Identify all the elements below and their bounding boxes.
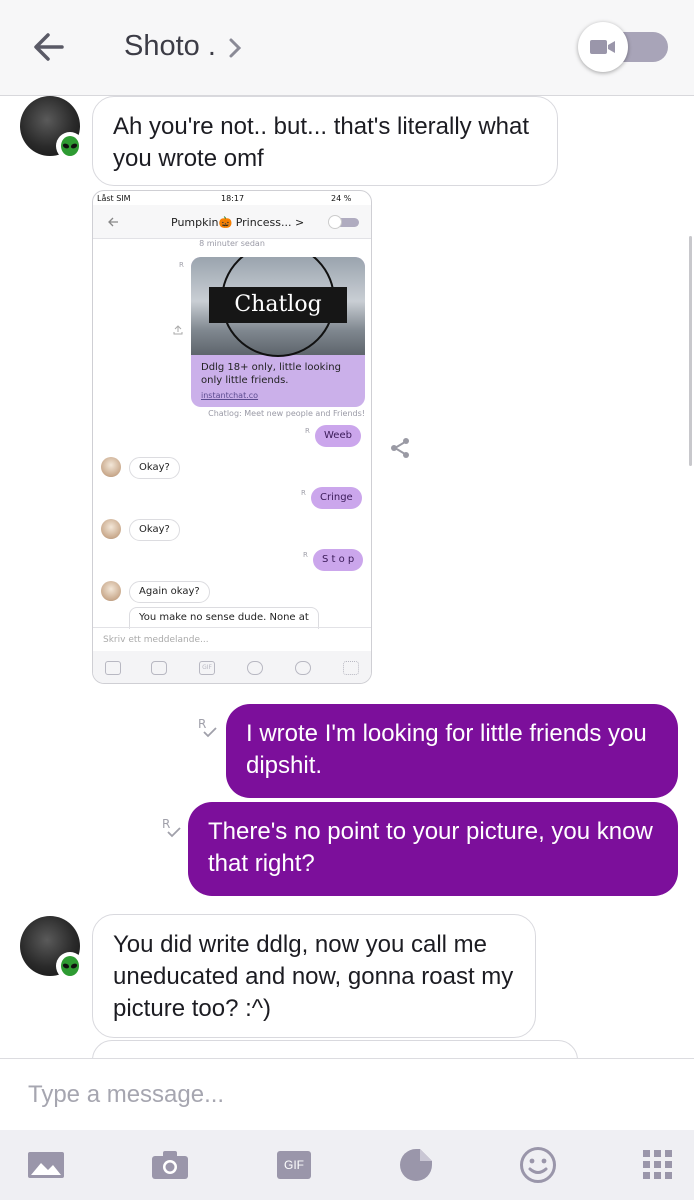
screenshot-apps-icon <box>343 661 359 675</box>
svg-text:R: R <box>198 717 206 731</box>
alien-badge-icon <box>56 132 84 160</box>
screenshot-back-icon <box>108 217 118 227</box>
screenshot-avatar <box>101 457 121 477</box>
screenshot-video-toggle-icon <box>328 215 359 229</box>
screenshot-bubble-in: Okay? <box>129 519 180 541</box>
share-icon[interactable] <box>388 436 412 460</box>
screenshot-card-caption: Ddlg 18+ only, little looking only littl… <box>201 362 341 386</box>
screenshot-link-card: Chatlog Ddlg 18+ only, little looking on… <box>191 257 365 407</box>
screenshot-input: Skriv ett meddelande... <box>93 627 371 651</box>
toggle-knob <box>578 22 628 72</box>
video-camera-icon <box>590 40 615 54</box>
screenshot-read-mark: R <box>305 427 310 435</box>
video-call-toggle[interactable] <box>578 22 670 72</box>
svg-text:R: R <box>162 817 170 831</box>
shared-screenshot-image[interactable]: Låst SIM 18:17 24 % Pumpkin🎃 Princess...… <box>92 190 372 684</box>
screenshot-bubble-out: Cringe <box>311 487 362 509</box>
sticker-icon[interactable] <box>396 1146 436 1184</box>
screenshot-read-mark: R <box>179 261 184 269</box>
screenshot-bubble-in: Okay? <box>129 457 180 479</box>
image-icon[interactable] <box>26 1146 66 1184</box>
screenshot-camera-icon <box>151 661 167 675</box>
contact-name[interactable]: Shoto . <box>124 30 216 63</box>
alien-badge-icon <box>56 952 84 980</box>
chevron-right-icon[interactable] <box>228 36 242 60</box>
screenshot-read-mark: R <box>303 551 308 559</box>
gif-icon[interactable]: GIF <box>274 1146 314 1184</box>
message-bubble-partial[interactable] <box>92 1040 578 1058</box>
screenshot-sticker-icon <box>247 661 263 675</box>
message-bubble-incoming[interactable]: Ah you're not.. but... that's literally … <box>92 96 558 186</box>
screenshot-read-mark: R <box>301 489 306 497</box>
camera-icon[interactable] <box>150 1146 190 1184</box>
avatar[interactable] <box>20 916 84 980</box>
screenshot-image-icon <box>105 661 121 675</box>
screenshot-card-link: instantchat.co <box>201 391 259 400</box>
read-receipt-icon: R <box>162 817 181 838</box>
screenshot-avatar <box>101 519 121 539</box>
screenshot-title: Pumpkin🎃 Princess... > <box>171 216 305 229</box>
screenshot-bubble-in: Again okay? <box>129 581 210 603</box>
screenshot-bubble-out: Weeb <box>315 425 361 447</box>
emoji-icon[interactable] <box>518 1146 558 1184</box>
avatar[interactable] <box>20 96 84 160</box>
screenshot-toolbar: GIF <box>93 651 371 683</box>
screenshot-logo-text: Chatlog <box>234 292 322 317</box>
apps-grid-icon[interactable] <box>638 1146 678 1184</box>
scroll-indicator[interactable] <box>689 236 692 466</box>
screenshot-card-image: Chatlog <box>191 257 365 357</box>
screenshot-header: Pumpkin🎃 Princess... > <box>93 205 371 239</box>
chat-header: Shoto . <box>0 0 694 96</box>
screenshot-status-bar: Låst SIM 18:17 24 % <box>93 191 371 205</box>
message-input[interactable] <box>28 1075 648 1115</box>
screenshot-time: 18:17 <box>221 194 245 203</box>
screenshot-carrier: Låst SIM <box>97 194 131 203</box>
message-list[interactable]: Ah you're not.. but... that's literally … <box>0 96 694 1058</box>
screenshot-gif-icon: GIF <box>199 661 215 675</box>
gif-label: GIF <box>277 1151 311 1179</box>
composer-toolbar: GIF <box>0 1130 694 1200</box>
screenshot-share-icon <box>173 325 183 335</box>
message-composer <box>0 1058 694 1130</box>
message-bubble-outgoing[interactable]: There's no point to your picture, you kn… <box>188 802 678 896</box>
read-receipt-icon: R <box>198 717 217 738</box>
screenshot-card-subtitle: Chatlog: Meet new people and Friends! <box>208 409 365 418</box>
screenshot-emoji-icon <box>295 661 311 675</box>
message-bubble-incoming[interactable]: You did write ddlg, now you call me uned… <box>92 914 536 1038</box>
message-bubble-outgoing[interactable]: I wrote I'm looking for little friends y… <box>226 704 678 798</box>
screenshot-time-label: 8 minuter sedan <box>199 239 265 248</box>
screenshot-bubble-out: S t o p <box>313 549 364 571</box>
screenshot-avatar <box>101 581 121 601</box>
screenshot-battery: 24 % <box>331 194 352 203</box>
arrow-left-icon[interactable] <box>28 26 70 68</box>
screenshot-bubble-in: You make no sense dude. None at <box>129 607 319 629</box>
